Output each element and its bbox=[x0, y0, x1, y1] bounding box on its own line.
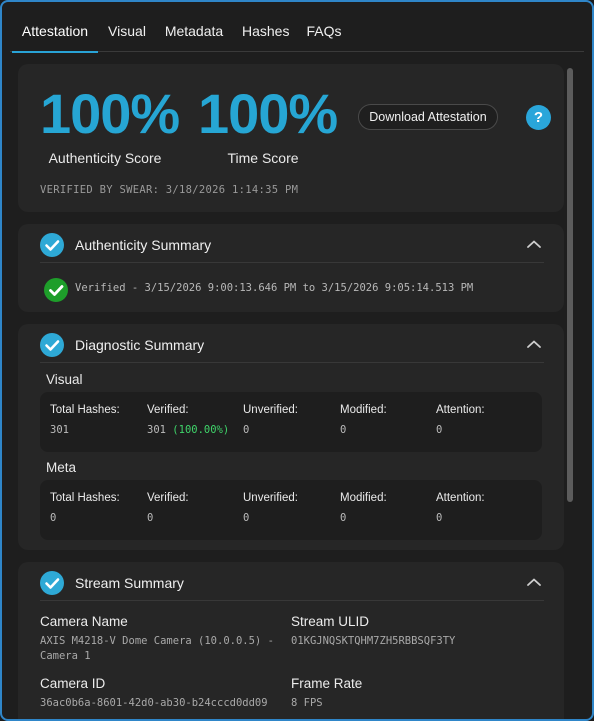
time-score-label: Time Score bbox=[227, 150, 299, 166]
meta-subtitle: Meta bbox=[46, 460, 77, 475]
section-divider bbox=[40, 600, 544, 601]
stream-summary-header[interactable]: Stream Summary bbox=[18, 562, 564, 602]
stream-ulid-value: 01KGJNQSKTQHM7ZH5RBBSQF3TY bbox=[291, 635, 456, 647]
attestation-window: Attestation Visual Metadata Hashes FAQs … bbox=[0, 0, 594, 721]
diagnostic-summary-title: Diagnostic Summary bbox=[75, 337, 205, 353]
verified-value: 301 (100.00%) bbox=[147, 424, 229, 436]
authenticity-summary-header[interactable]: Authenticity Summary bbox=[18, 224, 564, 264]
camera-id-label: Camera ID bbox=[40, 676, 106, 691]
frame-rate-label: Frame Rate bbox=[291, 676, 363, 691]
check-circle-icon bbox=[40, 333, 64, 357]
modified-label: Modified: bbox=[340, 404, 387, 416]
verified-value: 0 bbox=[147, 512, 154, 524]
modified-label: Modified: bbox=[340, 492, 387, 504]
vertical-scrollbar[interactable] bbox=[566, 66, 574, 718]
tab-hashes[interactable]: Hashes bbox=[242, 12, 289, 52]
total-hashes-value: 0 bbox=[50, 512, 57, 524]
check-circle-icon bbox=[40, 233, 64, 257]
tab-metadata[interactable]: Metadata bbox=[163, 12, 225, 52]
verified-label: Verified: bbox=[147, 492, 189, 504]
chevron-up-icon[interactable] bbox=[525, 575, 543, 587]
verified-count: 301 bbox=[147, 424, 166, 436]
camera-id-value: 36ac0b6a-8601-42d0-ab30-b24cccd0dd09 bbox=[40, 697, 268, 709]
camera-name-value: AXIS M4218-V Dome Camera (10.0.0.5) - Ca… bbox=[40, 634, 274, 664]
verified-check-icon bbox=[44, 278, 68, 302]
unverified-label: Unverified: bbox=[243, 404, 298, 416]
check-circle-icon bbox=[40, 571, 64, 595]
chevron-up-icon[interactable] bbox=[525, 337, 543, 349]
diagnostic-summary-card: Diagnostic Summary Visual Total Hashes: … bbox=[18, 324, 564, 550]
chevron-up-icon[interactable] bbox=[525, 237, 543, 249]
total-hashes-label: Total Hashes: bbox=[50, 404, 120, 416]
meta-hash-stats: Total Hashes: 0 Verified: 0 Unverified: … bbox=[40, 480, 542, 540]
visual-hash-stats: Total Hashes: 301 Verified: 301 (100.00%… bbox=[40, 392, 542, 452]
unverified-label: Unverified: bbox=[243, 492, 298, 504]
section-divider bbox=[40, 362, 544, 363]
modified-value: 0 bbox=[340, 512, 347, 524]
visual-subtitle: Visual bbox=[46, 372, 83, 387]
download-attestation-button[interactable]: Download Attestation bbox=[358, 104, 498, 130]
verified-by-text: VERIFIED BY SWEAR: 3/18/2026 1:14:35 PM bbox=[40, 184, 299, 196]
scrollbar-thumb[interactable] bbox=[567, 68, 573, 502]
authenticity-summary-card: Authenticity Summary Verified - 3/15/202… bbox=[18, 224, 564, 312]
score-card: 100% Authenticity Score 100% Time Score … bbox=[18, 64, 564, 212]
attention-label: Attention: bbox=[436, 492, 485, 504]
camera-name-line-2: Camera 1 bbox=[40, 650, 91, 662]
diagnostic-summary-header[interactable]: Diagnostic Summary bbox=[18, 324, 564, 364]
attention-label: Attention: bbox=[436, 404, 485, 416]
total-hashes-label: Total Hashes: bbox=[50, 492, 120, 504]
camera-name-label: Camera Name bbox=[40, 614, 128, 629]
attention-value: 0 bbox=[436, 424, 443, 436]
section-divider bbox=[40, 262, 544, 263]
tab-faqs[interactable]: FAQs bbox=[306, 12, 342, 52]
time-score-value: 100% bbox=[198, 82, 338, 145]
tab-attestation[interactable]: Attestation bbox=[12, 12, 98, 53]
help-icon[interactable]: ? bbox=[526, 105, 551, 130]
stream-summary-title: Stream Summary bbox=[75, 575, 184, 591]
authenticity-score-label: Authenticity Score bbox=[48, 150, 162, 166]
camera-name-line-1: AXIS M4218-V Dome Camera (10.0.0.5) - bbox=[40, 635, 274, 647]
content-scroll-area[interactable]: 100% Authenticity Score 100% Time Score … bbox=[18, 60, 564, 719]
attention-value: 0 bbox=[436, 512, 443, 524]
unverified-value: 0 bbox=[243, 512, 250, 524]
stream-ulid-label: Stream ULID bbox=[291, 614, 370, 629]
verified-range-text: Verified - 3/15/2026 9:00:13.646 PM to 3… bbox=[75, 282, 474, 294]
unverified-value: 0 bbox=[243, 424, 250, 436]
verified-percent: (100.00%) bbox=[172, 424, 230, 436]
authenticity-summary-title: Authenticity Summary bbox=[75, 237, 212, 253]
modified-value: 0 bbox=[340, 424, 347, 436]
tab-bar: Attestation Visual Metadata Hashes FAQs bbox=[10, 12, 584, 53]
stream-summary-card: Stream Summary Camera Name AXIS M4218-V … bbox=[18, 562, 564, 719]
verified-label: Verified: bbox=[147, 404, 189, 416]
authenticity-score-value: 100% bbox=[40, 82, 180, 145]
total-hashes-value: 301 bbox=[50, 424, 69, 436]
frame-rate-value: 8 FPS bbox=[291, 697, 323, 709]
tab-visual[interactable]: Visual bbox=[106, 12, 148, 52]
